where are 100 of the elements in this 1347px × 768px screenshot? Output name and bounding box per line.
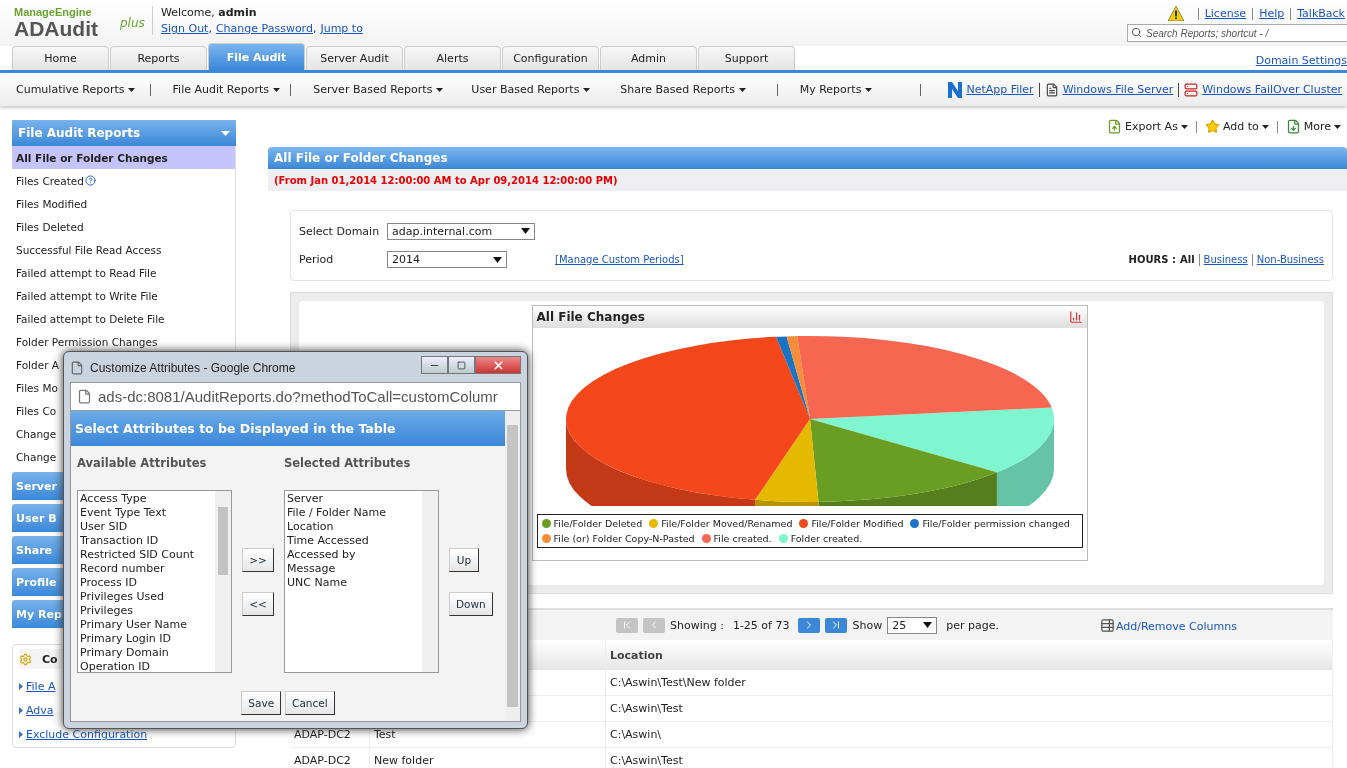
list-option[interactable]: UNC Name (287, 576, 420, 590)
list-option[interactable]: Location (287, 520, 420, 534)
bullet-icon (19, 683, 23, 690)
minimize-button[interactable] (421, 356, 448, 374)
sidebar-item[interactable]: Folder Permission Changes (12, 330, 235, 353)
caret-icon (493, 256, 502, 263)
available-list[interactable]: Access Type Event Type Text User SID Transaction ID Restricted SID Count Record number Process ID Privileges Used Privileges Primary User Name Primary Login ID Primary Domain Operation ID (77, 490, 232, 673)
hours-option[interactable]: Non-Business (1256, 254, 1324, 266)
sidebar-item[interactable]: Successful File Read Access (12, 238, 235, 261)
domain-select[interactable]: adap.internal.com (387, 222, 535, 240)
sidebar-item[interactable]: Files Modified (12, 192, 235, 215)
list-option[interactable]: Primary User Name (80, 618, 213, 632)
selected-label: Selected Attributes (284, 456, 412, 472)
gear-icon (19, 652, 32, 666)
list-option[interactable]: User SID (80, 520, 213, 534)
sidebar-item[interactable]: All File or Folder Changes (12, 146, 235, 169)
sidebar-item[interactable]: Failed attempt to Write File (12, 284, 235, 307)
caret-icon (1334, 124, 1341, 129)
list-option[interactable]: Accessed by (287, 548, 420, 562)
config-link[interactable]: File A (26, 680, 56, 693)
menu-item[interactable]: Server Based Reports (313, 83, 444, 96)
per-page-select[interactable]: 25 (887, 616, 938, 634)
bar-chart-icon (1068, 310, 1083, 324)
pager-button[interactable] (825, 617, 848, 633)
down-button[interactable]: Down (449, 591, 493, 616)
edition-label: plus (120, 16, 145, 30)
nav-tab[interactable]: Support (698, 46, 795, 70)
hours-option[interactable]: All (1180, 254, 1195, 266)
header-link[interactable]: Change Password (215, 22, 313, 35)
action-menu[interactable]: Export As (1107, 119, 1188, 134)
action-menu[interactable]: More (1285, 119, 1341, 134)
server-link[interactable]: Windows File Server (1062, 83, 1174, 96)
menu-item[interactable]: Cumulative Reports (16, 83, 136, 96)
top-link[interactable]: License (1204, 7, 1247, 20)
save-button[interactable]: Save (241, 691, 282, 715)
list-option[interactable]: Message (287, 562, 420, 576)
nav-tab[interactable]: Alerts (404, 46, 501, 70)
up-button[interactable]: Up (449, 547, 479, 572)
pager-button[interactable] (798, 617, 821, 633)
sidebar-item[interactable]: Files Created (12, 169, 235, 192)
list-option[interactable]: Operation ID (80, 660, 213, 674)
nav-tab[interactable]: Configuration (502, 46, 599, 70)
menu-item[interactable]: Share Based Reports (620, 83, 747, 96)
remove-button[interactable]: << (242, 591, 274, 616)
top-link[interactable]: Help (1259, 7, 1285, 20)
period-select[interactable]: 2014 (387, 251, 507, 269)
hours-option[interactable]: Business (1203, 254, 1248, 266)
config-link[interactable]: Exclude Configuration (26, 728, 148, 741)
warning-icon (1167, 6, 1184, 21)
cancel-button[interactable]: Cancel (285, 691, 335, 715)
table-cell: C:\Aswin\Test (606, 748, 1333, 768)
list-option[interactable]: Restricted SID Count (80, 548, 213, 562)
list-option[interactable]: Privileges (80, 604, 213, 618)
columns-link[interactable]: Add/Remove Columns (1115, 619, 1237, 633)
server-link[interactable]: NetApp Filer (966, 83, 1034, 96)
list-option[interactable]: File / Folder Name (287, 506, 420, 520)
action-menu[interactable]: Add to (1204, 119, 1269, 134)
list-option[interactable]: Access Type (80, 492, 213, 506)
menu-item[interactable]: User Based Reports (471, 83, 591, 96)
hours-label: HOURS : (1128, 254, 1176, 266)
sidebar-item[interactable]: Failed attempt to Delete File (12, 307, 235, 330)
add-button[interactable]: >> (242, 547, 274, 572)
star-icon (1204, 119, 1220, 134)
list-option[interactable]: Time Accessed (287, 534, 420, 548)
menu-item[interactable]: File Audit Reports (172, 83, 281, 96)
list-option[interactable]: Primary Login ID (80, 632, 213, 646)
maximize-button[interactable] (448, 356, 475, 374)
nav-tab[interactable]: Home (12, 46, 109, 70)
legend-label: File created. (713, 533, 772, 544)
scrollbar[interactable] (215, 491, 231, 672)
scrollbar[interactable] (422, 491, 438, 672)
sidebar-item[interactable]: Files Deleted (12, 215, 235, 238)
nav-tab[interactable]: Reports (110, 46, 207, 70)
config-link[interactable]: Adva (26, 704, 54, 717)
list-option[interactable]: Process ID (80, 576, 213, 590)
custom-periods-link[interactable]: [Manage Custom Periods] (555, 254, 684, 266)
menu-item[interactable]: My Reports (799, 83, 873, 96)
list-option[interactable]: Primary Domain (80, 646, 213, 660)
list-option[interactable]: Event Type Text (80, 506, 213, 520)
nav-tab[interactable]: Server Audit (306, 46, 403, 70)
netapp-logo-icon (948, 81, 963, 98)
list-option[interactable]: Privileges Used (80, 590, 213, 604)
page-icon (70, 361, 84, 375)
top-link[interactable]: TalkBack (1297, 7, 1345, 20)
selected-list[interactable]: Server File / Folder Name Location Time Accessed Accessed by Message UNC Name (284, 490, 439, 673)
nav-tab[interactable]: Admin (600, 46, 697, 70)
per-page-label: per page. (946, 618, 999, 632)
server-link[interactable]: Windows FailOver Cluster (1202, 83, 1342, 96)
sidebar-item[interactable]: Failed attempt to Read File (12, 261, 235, 284)
scrollbar[interactable] (505, 411, 520, 721)
search-field[interactable]: Search Reports; shortcut - / (1127, 24, 1347, 42)
list-option[interactable]: Transaction ID (80, 534, 213, 548)
header-link[interactable]: Jump to (320, 22, 363, 35)
domain-settings-link[interactable]: Domain Settings (1255, 54, 1347, 67)
list-option[interactable]: Record number (80, 562, 213, 576)
caret-icon (1261, 124, 1269, 129)
close-button[interactable] (475, 356, 521, 374)
list-option[interactable]: Server (287, 492, 420, 506)
address-bar[interactable]: ads-dc:8081/AuditReports.do?methodToCall=customColumr (70, 382, 521, 411)
export-icon (1107, 119, 1123, 134)
